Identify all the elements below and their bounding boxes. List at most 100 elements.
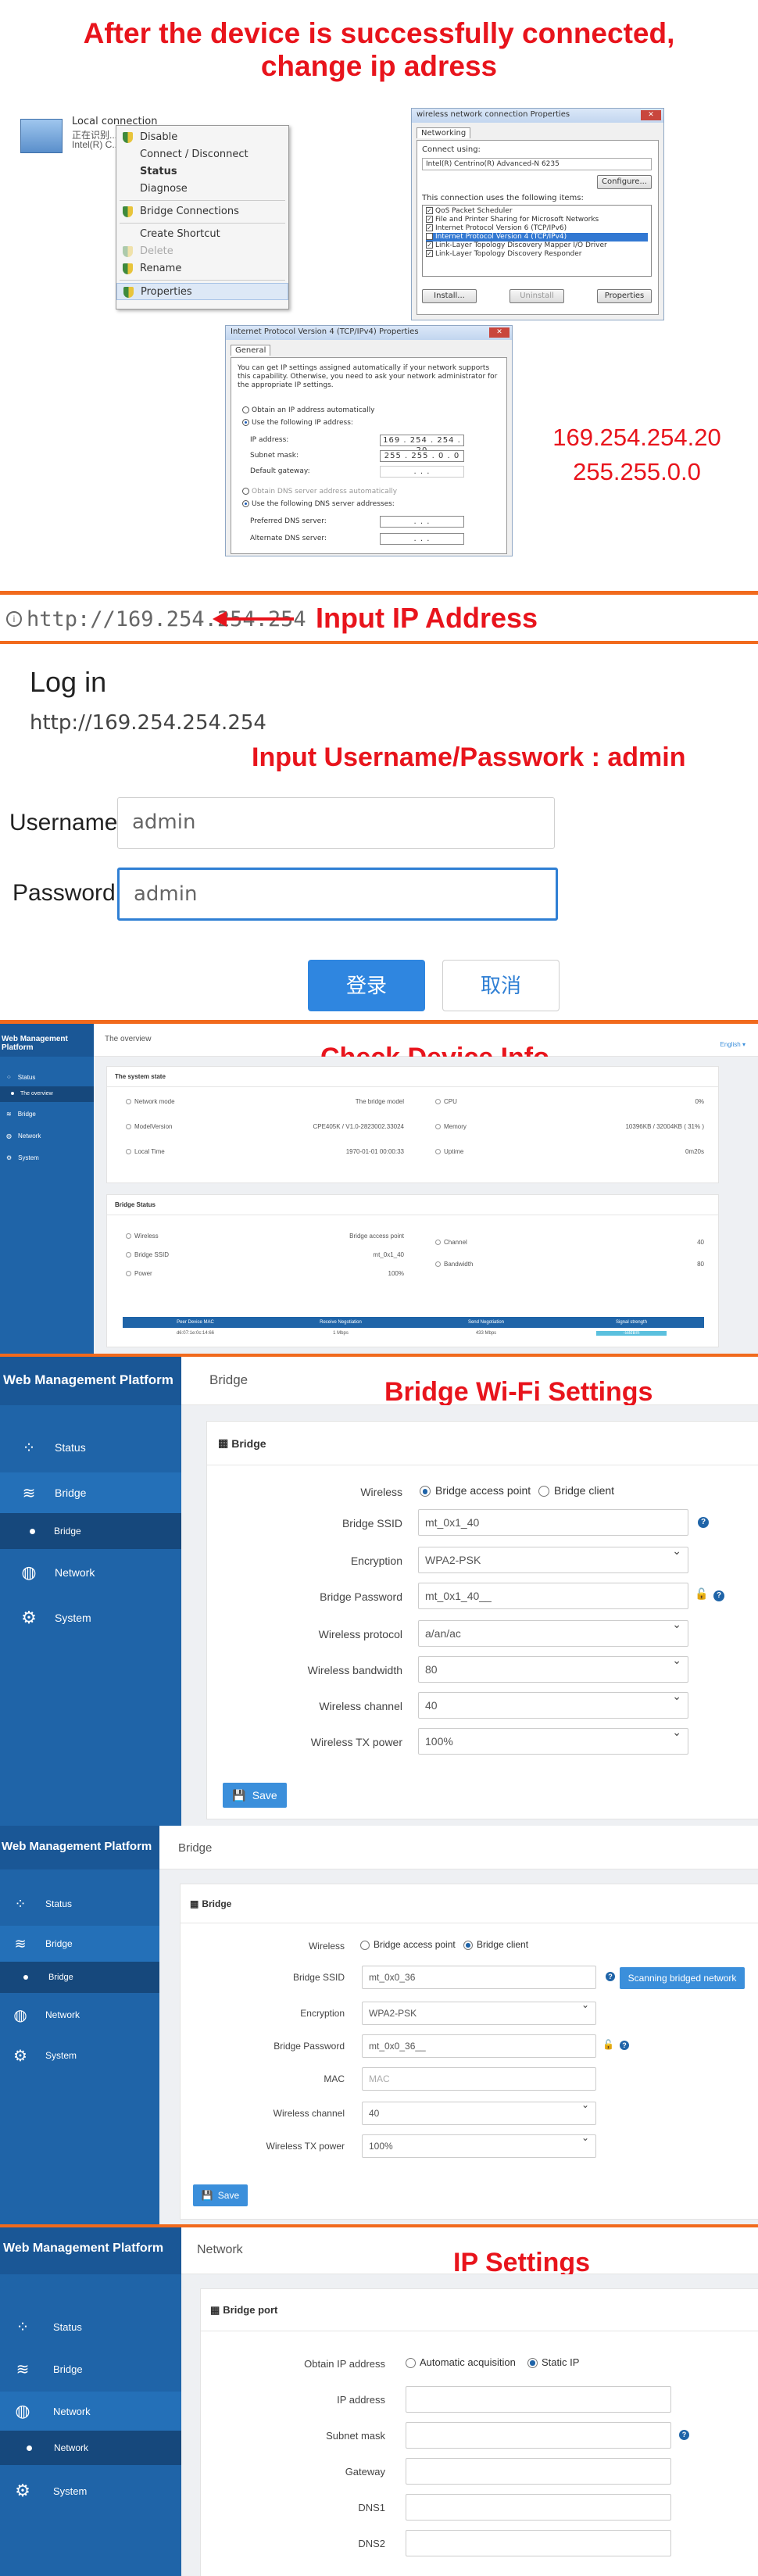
menu-disable[interactable]: Disable (116, 129, 288, 146)
use-following-radio[interactable]: Use the following IP address: (242, 419, 353, 427)
item-lltd-mapper[interactable]: ✓ Link-Layer Topology Discovery Mapper I/… (426, 242, 648, 250)
gateway-field[interactable]: . . . (380, 466, 464, 478)
menu-delete[interactable]: Delete (116, 243, 288, 260)
item-qos[interactable]: ✓ QoS Packet Scheduler (426, 207, 648, 216)
nav-network[interactable]: ◍ Network (0, 1552, 181, 1593)
encryption-select[interactable]: WPA2-PSK (418, 1544, 688, 1573)
nav-system[interactable]: ⚙ System (0, 2471, 181, 2510)
help-icon[interactable]: ? (679, 2430, 689, 2440)
tab-general[interactable]: General (231, 345, 271, 356)
ip-address-input[interactable] (406, 2386, 671, 2413)
password-input[interactable]: mt_0x0_36__ (362, 2034, 596, 2058)
menu-status[interactable]: Status (116, 163, 288, 181)
ssid-input[interactable]: mt_0x0_36 (362, 1966, 596, 1989)
properties-button[interactable]: Properties (597, 289, 652, 303)
item-lltd-responder[interactable]: ✓ Link-Layer Topology Discovery Responder (426, 250, 648, 259)
subnet-mask-input[interactable] (406, 2422, 671, 2449)
help-icon[interactable]: ? (620, 2041, 629, 2050)
nav-system[interactable]: ⚙ System (0, 2037, 159, 2074)
close-icon[interactable]: ✕ (641, 110, 661, 120)
close-icon[interactable]: ✕ (489, 327, 510, 338)
encryption-select[interactable]: WPA2-PSK (362, 1999, 596, 2025)
nav-network[interactable]: ◍ Network (0, 1125, 94, 1146)
nav-network[interactable]: ◍ Network (0, 1996, 159, 2034)
alternate-dns-field[interactable]: . . . (380, 533, 464, 545)
item-ipv4[interactable]: ✓ Internet Protocol Version 4 (TCP/IPv4) (426, 233, 648, 242)
radio-bridge-client[interactable]: Bridge client (538, 1484, 614, 1497)
dns1-input[interactable] (406, 2494, 671, 2521)
radio-automatic[interactable]: Automatic acquisition (406, 2356, 516, 2369)
nav-status[interactable]: ⁘ Status (0, 2307, 181, 2346)
channel-select[interactable]: 40 (418, 1690, 688, 1719)
menu-properties[interactable]: Properties (116, 283, 288, 300)
menu-rename[interactable]: Rename (116, 260, 288, 277)
password-label: Bridge Password (274, 2041, 345, 2052)
uninstall-button[interactable]: Uninstall (510, 289, 564, 303)
dns-use-radio[interactable]: Use the following DNS server addresses: (242, 500, 395, 508)
language-select[interactable]: English ▾ (720, 1041, 745, 1048)
radio-bridge-ap[interactable]: Bridge access point (420, 1484, 531, 1497)
nav-bridge[interactable]: ≋ Bridge (0, 1472, 181, 1513)
nav-status[interactable]: ⁘ Status (0, 1885, 159, 1923)
nav-overview[interactable]: The overview (0, 1086, 94, 1102)
help-icon[interactable]: ? (698, 1517, 709, 1528)
password-input[interactable]: admin (117, 868, 558, 921)
login-title: Log in (30, 666, 107, 698)
item-ipv6[interactable]: ✓ Internet Protocol Version 6 (TCP/IPv6) (426, 224, 648, 233)
password-input[interactable]: mt_0x1_40__ (418, 1583, 688, 1609)
help-icon[interactable]: ? (606, 1972, 615, 1981)
nav-bridge-sub[interactable]: Bridge (0, 1513, 181, 1549)
tx-power-select[interactable]: 100% (362, 2132, 596, 2158)
menu-bridge-connections[interactable]: Bridge Connections (116, 203, 288, 220)
subnet-mask-field[interactable]: 255 . 255 . 0 . 0 (380, 450, 464, 462)
protocol-select[interactable]: a/an/ac (418, 1618, 688, 1647)
nav-network-sub[interactable]: Network (0, 2431, 181, 2465)
nav-bridge-sub[interactable]: Bridge (0, 1962, 159, 1993)
username-input[interactable]: admin (117, 797, 555, 849)
configure-button[interactable]: Configure... (597, 175, 652, 189)
item-file-sharing[interactable]: ✓ File and Printer Sharing for Microsoft … (426, 216, 648, 224)
install-button[interactable]: Install... (422, 289, 477, 303)
ssid-input[interactable]: mt_0x1_40 (418, 1509, 688, 1536)
ip-address-field[interactable]: 169 . 254 . 254 . 20 (380, 435, 464, 455)
nav-bridge[interactable]: ≋ Bridge (0, 1926, 159, 1962)
nav-system[interactable]: ⚙ System (0, 1596, 181, 1640)
mac-input[interactable]: MAC (362, 2067, 596, 2091)
list-icon: ▦ (210, 2303, 220, 2316)
platform-title: Web Management Platform (0, 1826, 159, 1869)
nav-system[interactable]: ⚙ System (0, 1147, 94, 1168)
page-title: Network (197, 2243, 243, 2256)
preferred-dns-field[interactable]: . . . (380, 516, 464, 528)
dns-auto-radio[interactable]: Obtain DNS server address automatically (242, 488, 397, 496)
nav-network[interactable]: ◍ Network (0, 2392, 181, 2431)
menu-connect[interactable]: Connect / Disconnect (116, 146, 288, 163)
save-button[interactable]: 💾 Save (193, 2184, 248, 2206)
tx-power-select[interactable]: 100% (418, 1726, 688, 1755)
channel-select[interactable]: 40 (362, 2099, 596, 2125)
dns2-input[interactable] (406, 2530, 671, 2556)
nav-bridge[interactable]: ≋ Bridge (0, 2349, 181, 2388)
divider (0, 641, 758, 644)
gateway-input[interactable] (406, 2458, 671, 2485)
tab-networking[interactable]: Networking (417, 127, 471, 138)
save-button[interactable]: 💾 Save (223, 1783, 287, 1808)
radio-static-ip[interactable]: Static IP (527, 2356, 579, 2369)
bandwidth-select[interactable]: 80 (418, 1654, 688, 1683)
obtain-auto-radio[interactable]: Obtain an IP address automatically (242, 406, 375, 414)
page-title: Bridge (209, 1372, 248, 1387)
nav-bridge[interactable]: ≋ Bridge (0, 1104, 94, 1124)
nav-status[interactable]: ⁘ Status (0, 1426, 181, 1469)
help-icon[interactable]: ? (713, 1590, 724, 1601)
cancel-button[interactable]: 取消 (442, 960, 560, 1011)
ipv4-description: You can get IP settings assigned automat… (238, 364, 498, 389)
platform-title: Web Management Platform (0, 1024, 94, 1057)
nav-status[interactable]: ⁘ Status (0, 1068, 94, 1086)
unlock-icon[interactable]: 🔓 (695, 1587, 708, 1601)
unlock-icon[interactable]: 🔓 (602, 2039, 614, 2050)
radio-bridge-ap[interactable]: Bridge access point (360, 1939, 456, 1950)
scan-button[interactable]: Scanning bridged network (620, 1967, 745, 1989)
login-button[interactable]: 登录 (308, 960, 425, 1011)
menu-diagnose[interactable]: Diagnose (116, 181, 288, 198)
menu-create-shortcut[interactable]: Create Shortcut (116, 226, 288, 243)
radio-bridge-client[interactable]: Bridge client (463, 1939, 528, 1950)
